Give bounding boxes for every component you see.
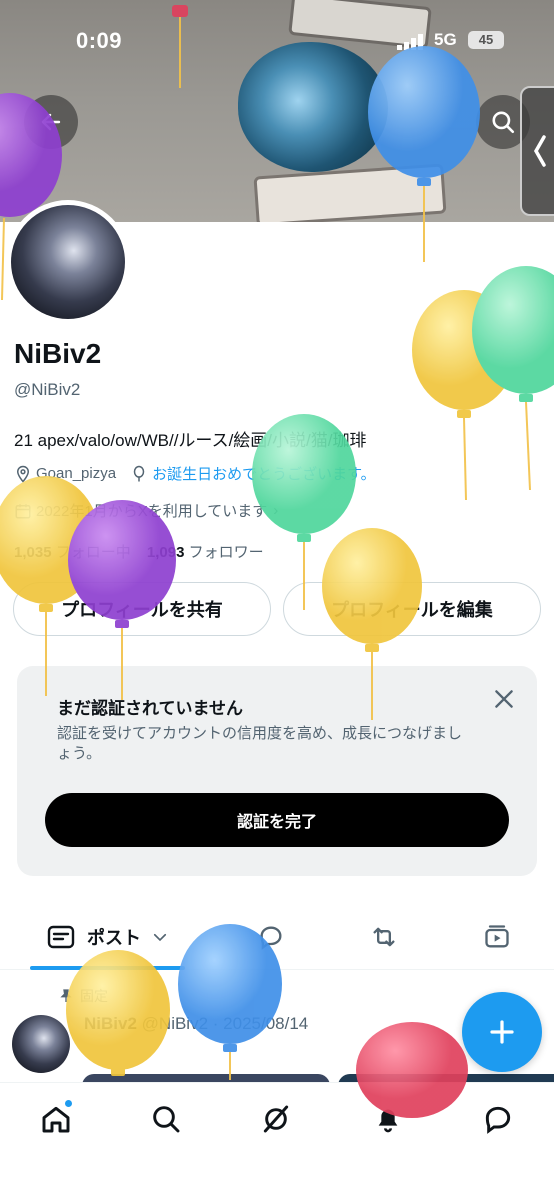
banner-decoration <box>253 163 447 222</box>
chevron-down-icon[interactable] <box>151 928 169 946</box>
profile-tabs: ポスト <box>0 910 554 970</box>
bottom-navigation <box>0 1082 554 1200</box>
chevron-left-icon <box>533 135 546 167</box>
verification-description: 認証を受けてアカウントの信用度を高め、成長につなげましょう。 <box>57 725 463 762</box>
pin-icon <box>60 989 72 1002</box>
tab-media[interactable] <box>482 920 512 954</box>
profile-joined: 2022年1月からXを利用しています <box>36 503 268 520</box>
balloon-icon <box>133 465 145 481</box>
profile-avatar[interactable] <box>6 200 130 324</box>
grok-icon <box>263 1105 289 1133</box>
profile-bio: 21 apex/valo/ow/WB//ルース/絵画/小説/猫/珈琲 <box>14 431 367 450</box>
repost-icon <box>373 927 395 947</box>
nav-messages[interactable] <box>478 1099 518 1139</box>
profile-meta-row: Goan_pizya お誕生日おめでとうございます。 <box>14 463 376 484</box>
edit-profile-button[interactable]: プロフィールを編集 <box>283 582 541 636</box>
avatar-image <box>11 205 125 319</box>
tab-replies[interactable] <box>256 920 286 954</box>
bell-icon <box>378 1109 398 1133</box>
profile-location: Goan_pizya <box>36 465 117 482</box>
compose-post-button[interactable] <box>462 992 542 1072</box>
nav-search[interactable] <box>146 1099 186 1139</box>
back-arrow-icon <box>41 113 61 131</box>
share-profile-button[interactable]: プロフィールを共有 <box>13 582 271 636</box>
verification-card: まだ認証されていません 認証を受けてアカウントの信用度を高め、成長につなげましょ… <box>17 666 537 876</box>
status-time: 0:09 <box>76 28 123 53</box>
post-author-avatar[interactable] <box>12 1015 70 1073</box>
followers-link[interactable]: 1,093 フォロワー <box>147 544 264 561</box>
birthday-link[interactable]: お誕生日おめでとうございます。 <box>152 463 376 484</box>
plus-icon <box>490 1020 514 1044</box>
signal-icon <box>397 34 423 50</box>
tab-posts[interactable]: ポスト <box>47 920 169 954</box>
banner-gem-image <box>238 42 388 172</box>
nav-notifications[interactable] <box>368 1099 408 1139</box>
post-author-handle: @NiBiv2 <box>141 1014 209 1033</box>
tab-posts-label: ポスト <box>87 928 141 948</box>
post-header: NiBiv2 @NiBiv2 · 2025/08/14 <box>84 1014 309 1033</box>
chevron-right-icon: › <box>273 502 279 519</box>
profile-handle: @NiBiv2 <box>14 380 81 399</box>
profile-name: NiBiv2 <box>14 338 102 369</box>
verification-title: まだ認証されていません <box>57 699 243 718</box>
back-button[interactable] <box>24 95 78 149</box>
complete-verification-button[interactable]: 認証を完了 <box>45 793 509 847</box>
close-icon[interactable] <box>491 686 517 712</box>
notification-dot <box>64 1099 73 1108</box>
search-icon <box>492 111 515 134</box>
replies-icon <box>260 926 282 950</box>
calendar-icon <box>15 503 31 518</box>
nav-home[interactable] <box>36 1099 76 1139</box>
posts-icon <box>47 925 75 949</box>
side-drawer-handle[interactable] <box>520 86 554 216</box>
follow-stats: 1,035 フォロー中 1,093 フォロワー <box>14 541 264 562</box>
active-tab-indicator <box>30 966 185 970</box>
profile-joined-row[interactable]: 2022年1月からXを利用しています › <box>14 500 278 521</box>
media-icon <box>485 925 509 948</box>
network-type: 5G <box>434 30 457 49</box>
status-bar: 0:09 5G 45 <box>0 28 554 58</box>
battery-indicator: 45 <box>468 31 504 49</box>
tab-reposts[interactable] <box>368 920 400 954</box>
post-date: 2025/08/14 <box>223 1014 309 1033</box>
pinned-label: 固定 <box>80 988 108 1004</box>
messages-icon <box>485 1106 511 1134</box>
pinned-indicator: 固定 <box>58 986 108 1006</box>
location-pin-icon <box>16 465 30 483</box>
nav-grok[interactable] <box>256 1099 296 1139</box>
post-author-name[interactable]: NiBiv2 <box>84 1014 137 1033</box>
search-icon <box>153 1106 180 1133</box>
following-link[interactable]: 1,035 フォロー中 <box>14 544 131 561</box>
